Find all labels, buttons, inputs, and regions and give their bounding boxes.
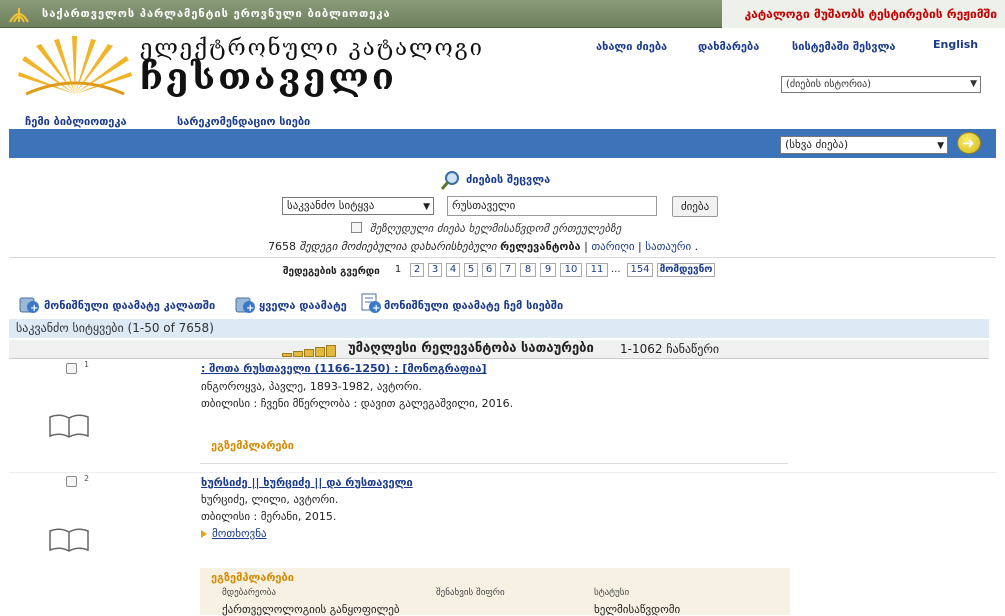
page-link[interactable]: 6: [482, 263, 496, 277]
table-header-call-number: შენახვის შიფრი: [436, 588, 505, 598]
modify-search-link[interactable]: ძიების შეცვლა: [466, 173, 550, 186]
page-link[interactable]: 4: [446, 263, 460, 277]
record-title-link[interactable]: : შოთა რუსთაველი (1166-1250) : [მონოგრაფ…: [201, 362, 487, 375]
expand-arrow-icon: [201, 530, 207, 538]
svg-text:+: +: [246, 303, 254, 314]
english-link[interactable]: English: [933, 38, 978, 51]
record-separator: [200, 463, 788, 464]
other-search-value: (სხვა ძიება): [785, 138, 849, 151]
svg-text:+: +: [372, 303, 380, 314]
results-summary-text: შედეგი მოძიებულია დახარისხებული: [299, 240, 497, 253]
record-title-link[interactable]: ხურსიძე || ხურციძე || და რუსთაველი: [201, 476, 413, 489]
add-to-list-icon: +: [361, 293, 381, 314]
recommended-lists-link[interactable]: სარეკომენდაციო სიები: [177, 115, 310, 128]
add-selected-to-basket-link[interactable]: მონიშნული დაამატე კალათში: [44, 299, 215, 312]
search-field-value: საკვანძო სიტყვა: [287, 199, 375, 212]
sort-heading: უმაღლესი რელევანტობა სათაურები: [348, 341, 594, 356]
next-page-link[interactable]: მომდევნო: [657, 263, 715, 277]
catalog-brand: ჩესთაველი: [140, 56, 397, 98]
results-count: 7658: [268, 240, 296, 253]
test-mode-label: კატალოგი მუშაობს ტესტირების რეჟიმში: [744, 7, 997, 21]
divider: [9, 257, 996, 258]
catalog-logo-icon: [18, 36, 132, 96]
page-link[interactable]: 10: [560, 263, 582, 277]
arrow-right-icon: ➜: [962, 134, 975, 152]
record-checkbox[interactable]: [66, 476, 77, 487]
record-author: ინგოროყვა, პავლე, 1893-1982, ავტორი.: [201, 380, 422, 393]
book-icon: [49, 414, 89, 438]
add-selected-to-list-link[interactable]: მონიშნული დაამატე ჩემ სიებში: [384, 299, 563, 312]
current-sort: რელევანტობა: [500, 240, 581, 253]
page-link[interactable]: 8: [520, 263, 536, 277]
page-link[interactable]: 7: [500, 263, 516, 277]
top-bar: საქართველოს პარლამენტის ეროვნული ბიბლიოთ…: [0, 0, 1005, 28]
page-link[interactable]: 11: [586, 263, 608, 277]
add-to-basket-icon: +: [19, 297, 39, 314]
magnifier-icon: [440, 171, 459, 190]
search-field-select[interactable]: საკვანძო სიტყვა ▼: [282, 197, 434, 215]
record-author: ხურციძე, ლილი, ავტორი.: [201, 493, 339, 506]
limit-available-checkbox[interactable]: [351, 222, 362, 233]
divider: [9, 472, 996, 473]
search-button[interactable]: ძიება: [672, 196, 718, 217]
library-logo-icon: [9, 8, 29, 23]
record-publication: თბილისი : მერანი, 2015.: [201, 510, 337, 523]
page-link[interactable]: 9: [540, 263, 556, 277]
results-header: საკვანძო სიტყვები (1-50 of 7658): [9, 319, 989, 338]
copies-link[interactable]: ეგზემპლარები: [211, 439, 294, 452]
search-history-value: (ძიების ისტორია): [786, 79, 872, 90]
sort-date-link[interactable]: თარიღი: [591, 240, 634, 253]
page-link[interactable]: 2: [410, 263, 424, 277]
page-link-last[interactable]: 154: [627, 263, 653, 277]
table-cell-location: ქართველოლოგიის განყოფილებ: [222, 603, 400, 616]
pagination-label: შედეგების გვერდი: [283, 266, 380, 277]
sort-count: 1-1062 ჩანაწერი: [620, 342, 720, 356]
other-search-select[interactable]: (სხვა ძიება) ▼: [780, 136, 948, 154]
book-icon: [49, 528, 89, 552]
library-name: საქართველოს პარლამენტის ეროვნული ბიბლიოთ…: [42, 7, 391, 20]
chevron-down-icon: ▼: [970, 79, 977, 89]
table-header-location: მდებარეობა: [222, 588, 276, 598]
new-search-link[interactable]: ახალი ძიება: [596, 40, 667, 53]
record-checkbox[interactable]: [66, 363, 77, 374]
page-link-current: 1: [394, 264, 402, 275]
chevron-down-icon: ▼: [937, 141, 944, 151]
search-history-select[interactable]: (ძიების ისტორია) ▼: [781, 76, 981, 93]
my-library-link[interactable]: ჩემი ბიბლიოთეკა: [25, 115, 127, 128]
record-number: 1: [84, 360, 90, 369]
pagination-ellipsis: ...: [611, 264, 621, 275]
help-link[interactable]: დახმარება: [698, 40, 759, 53]
page-link[interactable]: 3: [428, 263, 442, 277]
page-link[interactable]: 5: [464, 263, 478, 277]
add-all-icon: +: [235, 297, 255, 314]
record-number: 2: [84, 474, 90, 483]
sort-title-link[interactable]: სათაური: [645, 240, 691, 253]
chevron-down-icon: ▼: [423, 202, 430, 212]
copies-link[interactable]: ეგზემპლარები: [211, 571, 294, 584]
relevance-indicator-icon: [282, 344, 337, 357]
login-link[interactable]: სისტემაში შესვლა: [792, 40, 896, 53]
add-all-link[interactable]: ყველა დაამატე: [259, 299, 347, 312]
results-summary: 7658 შედეგი მოძიებულია დახარისხებული რელ…: [268, 240, 699, 253]
request-link[interactable]: მოთხოვნა: [212, 527, 267, 540]
search-input[interactable]: რუსთაველი: [447, 196, 657, 216]
record-publication: თბილისი : ჩვენი მწერლობა : დავით გალეგაშ…: [201, 397, 514, 410]
limit-available-label: შეზღუდული ძიება ხელმისაწვდომ ერთეულებზე: [370, 222, 622, 235]
go-button[interactable]: ➜: [957, 132, 981, 154]
table-header-status: სტატუსი: [594, 588, 630, 598]
svg-text:+: +: [30, 303, 38, 314]
table-cell-status: ხელმისაწვდომი: [594, 603, 681, 616]
